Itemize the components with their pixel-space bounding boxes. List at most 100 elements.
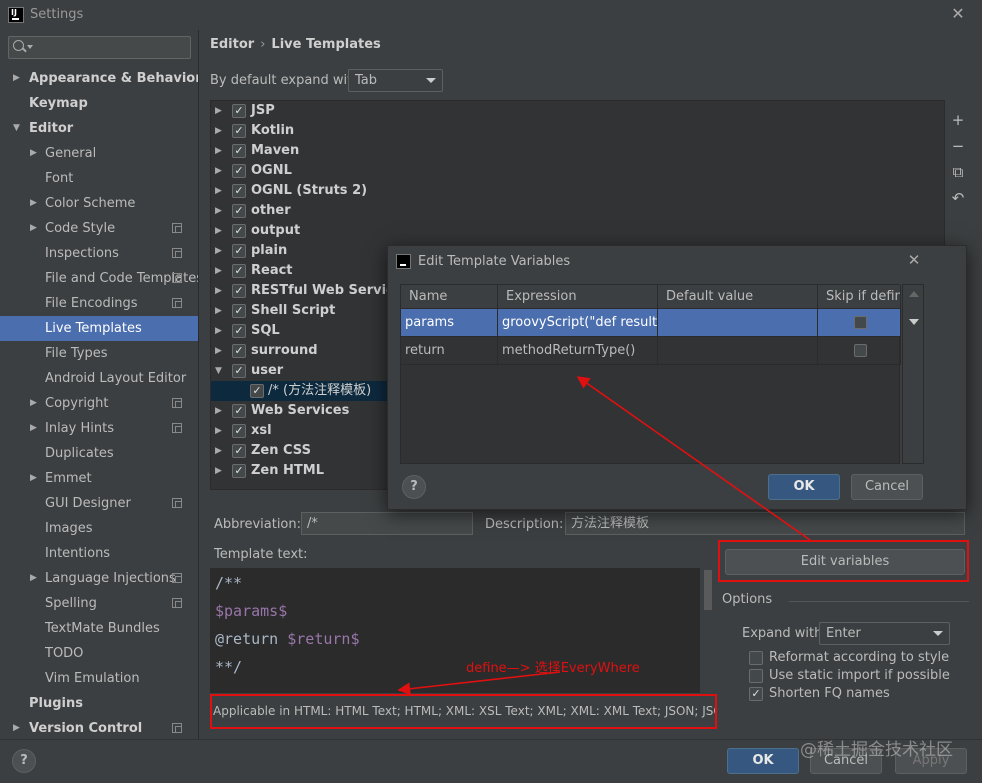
sidebar-item[interactable]: ▶ Copyright xyxy=(0,391,198,416)
check-icon[interactable]: ✓ xyxy=(232,284,246,298)
row-expression[interactable]: methodReturnType() xyxy=(498,337,658,365)
chevron-right-icon[interactable]: ▶ xyxy=(30,566,37,591)
search-input[interactable] xyxy=(8,36,191,59)
check-icon[interactable]: ✓ xyxy=(232,264,246,278)
abbreviation-field[interactable]: /* xyxy=(301,512,473,535)
chevron-right-icon[interactable]: ▶ xyxy=(215,281,222,301)
sidebar-item[interactable]: ▶ Inlay Hints xyxy=(0,416,198,441)
skip-checkbox[interactable] xyxy=(854,344,867,357)
add-icon[interactable]: + xyxy=(947,107,969,133)
sidebar-item[interactable]: Vim Emulation xyxy=(0,666,198,691)
check-icon[interactable]: ✓ xyxy=(232,464,246,478)
sidebar-item[interactable]: Live Templates xyxy=(0,316,198,341)
sidebar-item[interactable]: ▶ Code Style xyxy=(0,216,198,241)
column-header-name[interactable]: Name xyxy=(401,285,498,309)
close-icon[interactable]: ✕ xyxy=(904,250,924,270)
row-name[interactable]: params xyxy=(401,309,498,337)
chevron-right-icon[interactable]: ▶ xyxy=(30,466,37,491)
sidebar-item[interactable]: File Types xyxy=(0,341,198,366)
chevron-down-icon[interactable]: ▼ xyxy=(13,116,20,141)
check-icon[interactable]: ✓ xyxy=(232,144,246,158)
remove-icon[interactable]: − xyxy=(947,133,969,159)
sidebar-item[interactable]: ▶ Language Injections xyxy=(0,566,198,591)
column-header-default[interactable]: Default value xyxy=(658,285,818,309)
sidebar-item[interactable]: Images xyxy=(0,516,198,541)
chevron-right-icon[interactable]: ▶ xyxy=(215,261,222,281)
sidebar-item[interactable]: Keymap xyxy=(0,91,198,116)
check-icon[interactable]: ✓ xyxy=(232,224,246,238)
check-icon[interactable]: ✓ xyxy=(232,444,246,458)
sidebar-item[interactable]: Intentions xyxy=(0,541,198,566)
chevron-right-icon[interactable]: ▶ xyxy=(30,141,37,166)
sidebar-item[interactable]: ▼ Editor xyxy=(0,116,198,141)
sidebar-item[interactable]: GUI Designer xyxy=(0,491,198,516)
check-icon[interactable]: ✓ xyxy=(232,364,246,378)
check-icon[interactable]: ✓ xyxy=(232,424,246,438)
chevron-right-icon[interactable]: ▶ xyxy=(215,421,222,441)
check-icon[interactable]: ✓ xyxy=(232,324,246,338)
sidebar-item[interactable]: ▶ Emmet xyxy=(0,466,198,491)
sidebar-item[interactable]: Android Layout Editor xyxy=(0,366,198,391)
dialog-help-button[interactable]: ? xyxy=(402,475,426,499)
sidebar-item[interactable]: ▶ Version Control xyxy=(0,716,198,741)
chevron-right-icon[interactable]: ▶ xyxy=(215,101,222,121)
breadcrumb-parent[interactable]: Editor xyxy=(210,37,254,52)
sidebar-item[interactable]: File Encodings xyxy=(0,291,198,316)
table-scrollbar[interactable] xyxy=(902,284,924,464)
sidebar-item[interactable]: TODO xyxy=(0,641,198,666)
list-item[interactable]: ▶ ✓ OGNL (Struts 2) xyxy=(211,181,944,201)
copy-icon[interactable]: ⧉ xyxy=(947,159,969,185)
check-icon[interactable]: ✓ xyxy=(232,104,246,118)
move-up-icon[interactable] xyxy=(909,291,919,297)
chevron-right-icon[interactable]: ▶ xyxy=(215,241,222,261)
list-item[interactable]: ▶ ✓ output xyxy=(211,221,944,241)
chevron-right-icon[interactable]: ▶ xyxy=(30,191,37,216)
default-expand-select[interactable]: Tab xyxy=(348,69,443,92)
check-icon[interactable]: ✓ xyxy=(250,384,264,398)
expand-with-select[interactable]: Enter xyxy=(819,622,950,645)
chevron-right-icon[interactable]: ▶ xyxy=(215,221,222,241)
chevron-right-icon[interactable]: ▶ xyxy=(13,66,20,91)
sidebar-item[interactable]: ▶ General xyxy=(0,141,198,166)
check-icon[interactable]: ✓ xyxy=(749,687,763,701)
list-item[interactable]: ▶ ✓ Kotlin xyxy=(211,121,944,141)
restore-icon[interactable]: ↶ xyxy=(947,185,969,211)
sidebar-item[interactable]: TextMate Bundles xyxy=(0,616,198,641)
chevron-right-icon[interactable]: ▶ xyxy=(215,201,222,221)
dialog-cancel-button[interactable]: Cancel xyxy=(851,474,923,500)
list-item[interactable]: ▶ ✓ JSP xyxy=(211,101,944,121)
chevron-right-icon[interactable]: ▶ xyxy=(215,141,222,161)
reformat-checkbox-box[interactable] xyxy=(749,651,763,665)
check-icon[interactable]: ✓ xyxy=(232,164,246,178)
chevron-right-icon[interactable]: ▶ xyxy=(30,391,37,416)
row-default[interactable] xyxy=(658,337,818,365)
chevron-right-icon[interactable]: ▶ xyxy=(30,216,37,241)
sidebar-item[interactable]: Duplicates xyxy=(0,441,198,466)
list-item[interactable]: ▶ ✓ OGNL xyxy=(211,161,944,181)
description-field[interactable]: 方法注释模板 xyxy=(565,512,965,535)
chevron-right-icon[interactable]: ▶ xyxy=(215,321,222,341)
search-options-icon[interactable] xyxy=(27,45,33,49)
row-expression[interactable]: groovyScript("def result... xyxy=(498,309,658,337)
table-row[interactable]: params groovyScript("def result... xyxy=(401,309,901,337)
chevron-down-icon[interactable]: ▼ xyxy=(215,361,222,381)
table-row[interactable]: return methodReturnType() xyxy=(401,337,901,365)
move-down-icon[interactable] xyxy=(909,319,919,325)
static-import-checkbox-box[interactable] xyxy=(749,669,763,683)
editor-scrollbar[interactable] xyxy=(704,570,712,610)
dialog-ok-button[interactable]: OK xyxy=(768,474,840,500)
column-header-skip[interactable]: Skip if defined xyxy=(818,285,901,309)
sidebar-item[interactable]: ▶ Appearance & Behavior xyxy=(0,66,198,91)
chevron-right-icon[interactable]: ▶ xyxy=(215,401,222,421)
check-icon[interactable]: ✓ xyxy=(232,344,246,358)
check-icon[interactable]: ✓ xyxy=(232,404,246,418)
check-icon[interactable]: ✓ xyxy=(232,204,246,218)
chevron-right-icon[interactable]: ▶ xyxy=(30,416,37,441)
sidebar-item[interactable]: Plugins xyxy=(0,691,198,716)
close-icon[interactable]: ✕ xyxy=(948,4,968,24)
chevron-right-icon[interactable]: ▶ xyxy=(215,341,222,361)
sidebar-item[interactable]: Inspections xyxy=(0,241,198,266)
ok-button[interactable]: OK xyxy=(727,748,799,774)
check-icon[interactable]: ✓ xyxy=(232,124,246,138)
chevron-right-icon[interactable]: ▶ xyxy=(215,121,222,141)
